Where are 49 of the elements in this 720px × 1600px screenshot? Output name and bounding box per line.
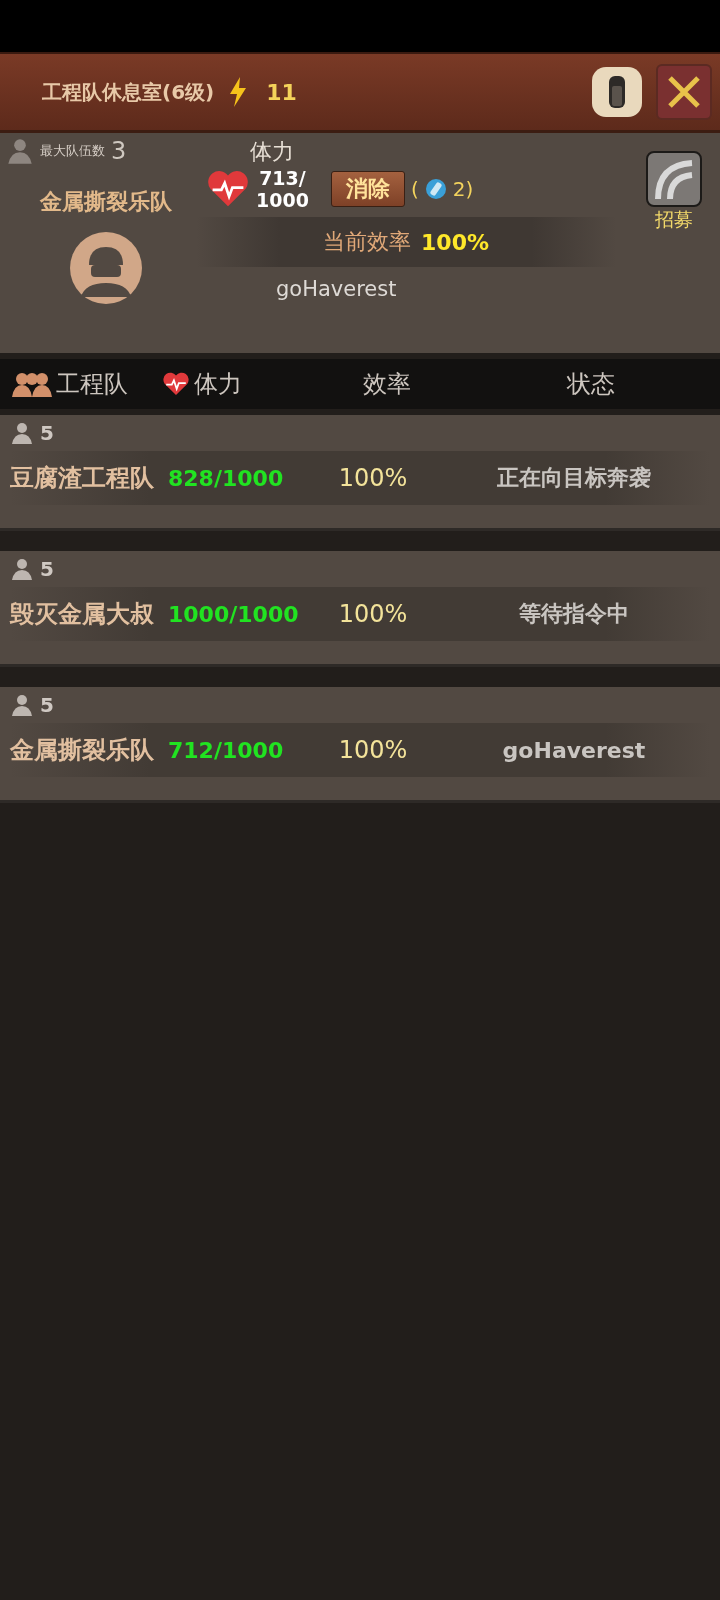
member-count: 5 — [40, 557, 54, 581]
team-row[interactable]: 5 毁灭金属大叔 1000/1000 100% 等待指令中 — [0, 551, 720, 667]
stamina-max: 1000 — [256, 189, 309, 211]
max-teams-label: 最大队伍数 — [40, 142, 105, 160]
info-icon — [607, 74, 627, 110]
efficiency-value: 100% — [337, 736, 409, 764]
team-name: 金属撕裂乐队 — [40, 188, 172, 216]
efficiency-label: 当前效率 — [323, 228, 411, 256]
efficiency-value: 100% — [337, 600, 409, 628]
person-icon — [10, 421, 34, 445]
team-status: 等待指令中 — [518, 600, 630, 628]
team-status: goHaverest — [501, 737, 647, 763]
member-count: 5 — [40, 421, 54, 445]
team-name: 毁灭金属大叔 — [10, 599, 155, 630]
member-count: 5 — [40, 693, 54, 717]
team-name: 豆腐渣工程队 — [10, 463, 155, 494]
team-row[interactable]: 5 金属撕裂乐队 712/1000 100% goHaverest — [0, 687, 720, 803]
heart-icon — [162, 372, 190, 396]
team-status: 正在向目标奔袭 — [496, 464, 652, 492]
window-title: 工程队休息室(6级) — [42, 78, 215, 106]
info-button[interactable] — [592, 67, 642, 117]
column-header: 状态 — [566, 369, 616, 400]
heart-icon — [206, 170, 250, 208]
group-icon — [12, 371, 52, 397]
team-name: 金属撕裂乐队 — [10, 735, 155, 766]
close-icon — [666, 74, 702, 110]
column-header: 体力 — [162, 368, 312, 400]
team-status: goHaverest — [276, 277, 397, 301]
column-header: 工程队 — [12, 368, 162, 400]
stamina-value: 713/ — [259, 167, 306, 189]
stamina-label: 体力 — [250, 138, 294, 166]
recruit-label: 招募 — [655, 207, 693, 232]
column-header: 效率 — [362, 369, 412, 400]
close-button[interactable] — [656, 64, 712, 120]
efficiency-value: 100% — [337, 464, 409, 492]
team-row[interactable]: 5 豆腐渣工程队 828/1000 100% 正在向目标奔袭 — [0, 415, 720, 531]
clear-button[interactable]: 消除 — [330, 171, 405, 207]
cost-value: 2) — [452, 177, 474, 201]
efficiency-value: 100% — [421, 229, 489, 255]
stamina-value: 828/1000 — [168, 465, 285, 491]
cost-paren: ( — [410, 177, 419, 201]
person-icon — [10, 557, 34, 581]
energy-count: 11 — [266, 79, 297, 105]
person-icon — [10, 693, 34, 717]
lightning-icon — [228, 77, 249, 107]
max-teams-value: 3 — [111, 137, 127, 165]
stamina-value: 712/1000 — [168, 737, 285, 763]
stamina-value: 1000/1000 — [168, 601, 300, 627]
recruit-button[interactable] — [646, 151, 702, 207]
